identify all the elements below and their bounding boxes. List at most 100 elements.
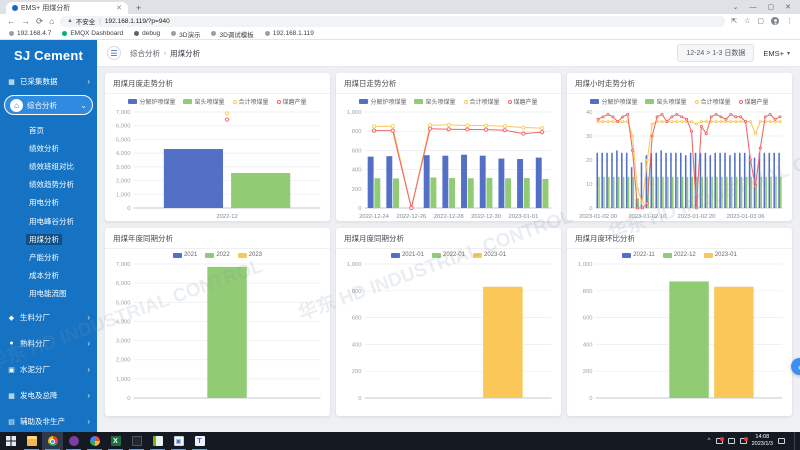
window-minimize-icon[interactable]: — [750,4,757,11]
svg-text:2023-01-03 06: 2023-01-03 06 [727,214,765,220]
sidebar-subitem[interactable]: 成本分析 [0,267,97,285]
teams-taskbar-button[interactable]: T [189,432,210,450]
sidebar-subitem-label: 绩效分析 [26,143,62,154]
bookmark-item[interactable]: 3D调试模板 [211,29,253,39]
chrome-icon [48,436,58,446]
bookmark-item[interactable]: 192.168.4.7 [9,30,51,37]
home-icon: ⌂ [10,99,23,112]
breadcrumb-separator-icon: › [164,50,166,57]
window-maximize-icon[interactable]: ▢ [768,3,775,11]
notepad-taskbar-button[interactable] [147,432,168,450]
display-tray-icon[interactable] [728,438,735,444]
profile-avatar[interactable] [771,17,779,25]
new-tab-button[interactable]: + [136,3,141,13]
volume-tray-icon[interactable] [740,438,747,444]
legend-swatch [173,253,182,258]
svg-text:2022-12-24: 2022-12-24 [359,214,389,220]
sidebar-subitem-label: 成本分析 [26,270,62,281]
app-purple-taskbar-button[interactable] [63,432,84,450]
address-bar[interactable]: ▲ 不安全 | 192.168.1.119/?p=940 [60,16,725,27]
chart-plot[interactable]: 01,0002,0003,0004,0005,0006,0007,000 [105,258,330,416]
start-taskbar-button[interactable] [0,432,21,450]
legend-item[interactable]: 窑头喷煤量 [414,97,455,106]
photos-taskbar-button[interactable]: ▣ [168,432,189,450]
breadcrumb-current: 用煤分析 [170,48,200,59]
breadcrumb-parent[interactable]: 综合分析 [130,48,160,59]
legend-item[interactable]: 分解炉喷煤量 [128,97,175,106]
chart-title: 用煤月度同期分析 [336,228,561,249]
chart-title: 用煤日走势分析 [336,73,561,94]
tray-expand-icon[interactable]: ^ [708,438,711,445]
sidebar-group-raw-material[interactable]: ◆生料分厂› [0,305,97,331]
sidebar-subitem[interactable]: 绩效班组对比 [0,157,97,175]
sidebar-item-collected-data[interactable]: ▦ 已采集数据 › [0,70,97,93]
legend-swatch [645,99,654,104]
legend-item[interactable]: 分解炉喷煤量 [590,97,637,106]
sidebar-subitem[interactable]: 绩效趋势分析 [0,176,97,194]
legend-item[interactable]: 煤磨产量 [739,97,769,106]
remote-app-tray-icon[interactable] [716,438,723,444]
sidebar-group-auxiliary[interactable]: ▤辅助及非生产› [0,409,97,432]
app-pinwheel-taskbar-button[interactable] [84,432,105,450]
sidebar-subitem[interactable]: 绩效分析 [0,139,97,157]
sidebar-subitem[interactable]: 产能分析 [0,248,97,266]
svg-text:0: 0 [358,206,361,212]
sidebar-group-label: 熟料分厂 [20,338,50,349]
excel-taskbar-button[interactable]: X [105,432,126,450]
bookmark-star-icon[interactable]: ☆ [744,17,750,25]
bookmark-item[interactable]: EMQX Dashboard [62,30,123,37]
window-menu-chevron-icon[interactable]: ⌄ [733,3,739,11]
sidebar-subitem[interactable]: 首页 [0,121,97,139]
show-desktop-button[interactable] [794,432,797,450]
bookmark-item[interactable]: debug [134,30,160,37]
chart-plot[interactable]: 01,0002,0003,0004,0005,0006,0007,0002022… [105,106,330,221]
back-icon[interactable]: ← [7,16,16,26]
app-selector[interactable]: EMS+ ▾ [763,49,790,58]
site-favicon-icon [134,31,139,36]
legend-label: 煤磨产量 [283,97,307,106]
date-range-button[interactable]: 12-24 > 1-3 日数据 [677,44,754,62]
taskbar-clock[interactable]: 14:08 2023/1/3 [752,434,773,447]
legend-item[interactable]: 分解炉喷煤量 [359,97,406,106]
bookmark-item[interactable]: 3D演示 [171,29,200,39]
chart-plot[interactable]: 02004006008001,000 [567,258,792,416]
home-icon[interactable]: ⌂ [49,16,54,26]
svg-text:600: 600 [583,316,593,322]
svg-text:0: 0 [127,206,130,212]
chart-plot[interactable]: 0102030402023-01-02 002023-01-02 102023-… [567,106,792,221]
legend-item[interactable]: 窑头喷煤量 [183,97,224,106]
action-center-icon[interactable] [778,438,785,444]
sidebar-subitem[interactable]: 用煤分析 [0,230,97,248]
legend-item[interactable]: 煤磨产量 [277,97,307,106]
legend-item[interactable]: 合计喷煤量 [233,97,269,106]
sidebar-subitem[interactable]: 用电分析 [0,194,97,212]
sidebar-toggle-button[interactable]: ☰ [107,46,121,60]
forward-icon[interactable]: → [22,16,31,26]
chart-plot[interactable]: 02004006008001,0002022-12-242022-12-2620… [336,106,561,221]
bookmark-item[interactable]: 192.168.1.119 [265,30,314,37]
sidebar-subitem[interactable]: 用电能流图 [0,285,97,303]
legend-item[interactable]: 合计喷煤量 [695,97,731,106]
svg-text:2022-12-28: 2022-12-28 [434,214,464,220]
legend-item[interactable]: 煤磨产量 [508,97,538,106]
reading-list-icon[interactable]: ▢ [757,17,764,25]
tab-title: EMS+ 用煤分析 [21,3,70,13]
sidebar-group-clinker[interactable]: ●熟料分厂› [0,331,97,357]
refresh-icon[interactable]: ⟳ [36,16,43,27]
chart-plot[interactable]: 02004006008001,000 [336,258,561,416]
svg-text:20: 20 [586,158,592,164]
sidebar-group-power[interactable]: ▦发电及总降› [0,383,97,409]
sidebar-item-comprehensive-analysis[interactable]: ⌂ 综合分析 ⌄ [4,95,93,115]
share-icon[interactable]: ⇱ [731,17,737,25]
sidebar-group-cement[interactable]: ▣水泥分厂› [0,357,97,383]
browser-tab[interactable]: EMS+ 用煤分析 ✕ [6,2,128,14]
media-player-taskbar-button[interactable] [126,432,147,450]
chrome-taskbar-button[interactable] [42,432,63,450]
legend-item[interactable]: 合计喷煤量 [464,97,500,106]
file-explorer-taskbar-button[interactable] [21,432,42,450]
legend-item[interactable]: 窑头喷煤量 [645,97,686,106]
sidebar-subitem[interactable]: 用电峰谷分析 [0,212,97,230]
browser-menu-icon[interactable]: ⋮ [786,17,793,25]
tab-close-icon[interactable]: ✕ [116,4,122,12]
window-close-icon[interactable]: ✕ [785,3,791,11]
